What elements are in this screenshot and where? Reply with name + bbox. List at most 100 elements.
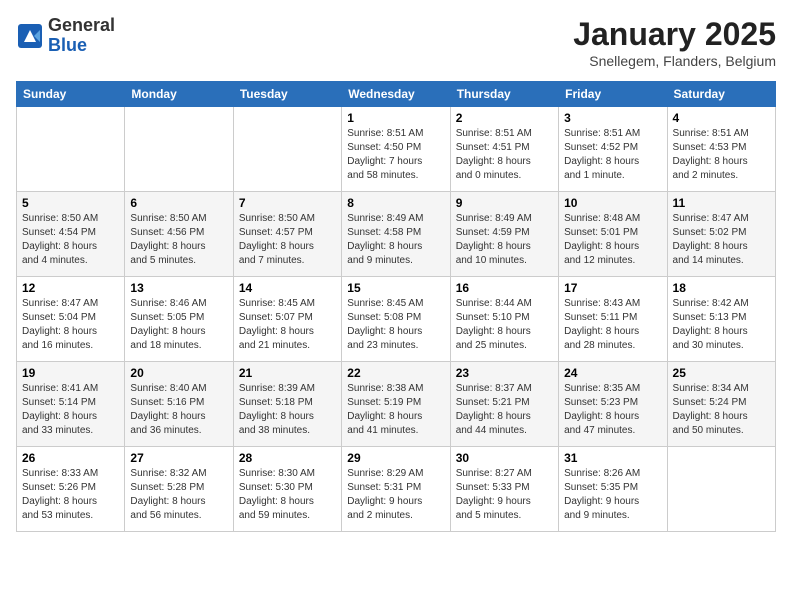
day-number: 12 bbox=[22, 281, 119, 295]
day-number: 14 bbox=[239, 281, 336, 295]
day-info: Sunrise: 8:45 AM Sunset: 5:08 PM Dayligh… bbox=[347, 297, 444, 353]
day-number: 27 bbox=[130, 451, 227, 465]
weekday-header-tuesday: Tuesday bbox=[233, 82, 341, 107]
calendar-cell: 18 Sunrise: 8:42 AM Sunset: 5:13 PM Dayli… bbox=[667, 277, 775, 362]
calendar-cell: 17 Sunrise: 8:43 AM Sunset: 5:11 PM Dayli… bbox=[559, 277, 667, 362]
day-number: 28 bbox=[239, 451, 336, 465]
day-info: Sunrise: 8:46 AM Sunset: 5:05 PM Dayligh… bbox=[130, 297, 227, 353]
day-number: 7 bbox=[239, 196, 336, 210]
calendar-cell: 7 Sunrise: 8:50 AM Sunset: 4:57 PM Daylig… bbox=[233, 192, 341, 277]
day-info: Sunrise: 8:50 AM Sunset: 4:56 PM Dayligh… bbox=[130, 212, 227, 268]
calendar-cell: 28 Sunrise: 8:30 AM Sunset: 5:30 PM Dayli… bbox=[233, 447, 341, 532]
day-number: 24 bbox=[564, 366, 661, 380]
calendar-cell: 16 Sunrise: 8:44 AM Sunset: 5:10 PM Dayli… bbox=[450, 277, 558, 362]
logo: General Blue bbox=[16, 16, 115, 56]
day-info: Sunrise: 8:38 AM Sunset: 5:19 PM Dayligh… bbox=[347, 382, 444, 438]
day-info: Sunrise: 8:50 AM Sunset: 4:57 PM Dayligh… bbox=[239, 212, 336, 268]
calendar-cell: 27 Sunrise: 8:32 AM Sunset: 5:28 PM Dayli… bbox=[125, 447, 233, 532]
day-info: Sunrise: 8:32 AM Sunset: 5:28 PM Dayligh… bbox=[130, 467, 227, 523]
day-number: 30 bbox=[456, 451, 553, 465]
calendar-cell bbox=[17, 107, 125, 192]
calendar-cell: 22 Sunrise: 8:38 AM Sunset: 5:19 PM Dayli… bbox=[342, 362, 450, 447]
calendar-cell: 23 Sunrise: 8:37 AM Sunset: 5:21 PM Dayli… bbox=[450, 362, 558, 447]
day-info: Sunrise: 8:35 AM Sunset: 5:23 PM Dayligh… bbox=[564, 382, 661, 438]
logo-blue: Blue bbox=[48, 36, 115, 56]
day-number: 20 bbox=[130, 366, 227, 380]
day-number: 31 bbox=[564, 451, 661, 465]
day-info: Sunrise: 8:47 AM Sunset: 5:02 PM Dayligh… bbox=[673, 212, 770, 268]
day-info: Sunrise: 8:43 AM Sunset: 5:11 PM Dayligh… bbox=[564, 297, 661, 353]
weekday-header-friday: Friday bbox=[559, 82, 667, 107]
week-row-2: 5 Sunrise: 8:50 AM Sunset: 4:54 PM Daylig… bbox=[17, 192, 776, 277]
calendar-cell: 29Sunrise: 8:29 AM Sunset: 5:31 PM Dayli… bbox=[342, 447, 450, 532]
weekday-header-sunday: Sunday bbox=[17, 82, 125, 107]
day-number: 19 bbox=[22, 366, 119, 380]
page-header: General Blue January 2025 Snellegem, Fla… bbox=[16, 16, 776, 69]
calendar-cell: 4 Sunrise: 8:51 AM Sunset: 4:53 PM Daylig… bbox=[667, 107, 775, 192]
day-number: 2 bbox=[456, 111, 553, 125]
calendar-cell: 15 Sunrise: 8:45 AM Sunset: 5:08 PM Dayli… bbox=[342, 277, 450, 362]
day-number: 8 bbox=[347, 196, 444, 210]
day-info: Sunrise: 8:42 AM Sunset: 5:13 PM Dayligh… bbox=[673, 297, 770, 353]
calendar-cell: 24 Sunrise: 8:35 AM Sunset: 5:23 PM Dayli… bbox=[559, 362, 667, 447]
day-number: 1 bbox=[347, 111, 444, 125]
day-number: 6 bbox=[130, 196, 227, 210]
week-row-1: 1Sunrise: 8:51 AM Sunset: 4:50 PM Daylig… bbox=[17, 107, 776, 192]
day-number: 23 bbox=[456, 366, 553, 380]
day-number: 15 bbox=[347, 281, 444, 295]
day-info: Sunrise: 8:44 AM Sunset: 5:10 PM Dayligh… bbox=[456, 297, 553, 353]
weekday-header-saturday: Saturday bbox=[667, 82, 775, 107]
calendar-cell: 31 Sunrise: 8:26 AM Sunset: 5:35 PM Dayli… bbox=[559, 447, 667, 532]
day-info: Sunrise: 8:26 AM Sunset: 5:35 PM Dayligh… bbox=[564, 467, 661, 523]
day-number: 4 bbox=[673, 111, 770, 125]
calendar-cell: 10Sunrise: 8:48 AM Sunset: 5:01 PM Dayli… bbox=[559, 192, 667, 277]
calendar-cell: 2Sunrise: 8:51 AM Sunset: 4:51 PM Daylig… bbox=[450, 107, 558, 192]
day-info: Sunrise: 8:49 AM Sunset: 4:58 PM Dayligh… bbox=[347, 212, 444, 268]
month-title: January 2025 bbox=[573, 16, 776, 53]
week-row-3: 12Sunrise: 8:47 AM Sunset: 5:04 PM Dayli… bbox=[17, 277, 776, 362]
day-number: 10 bbox=[564, 196, 661, 210]
day-number: 22 bbox=[347, 366, 444, 380]
calendar: SundayMondayTuesdayWednesdayThursdayFrid… bbox=[16, 81, 776, 532]
day-info: Sunrise: 8:27 AM Sunset: 5:33 PM Dayligh… bbox=[456, 467, 553, 523]
day-number: 26 bbox=[22, 451, 119, 465]
calendar-cell: 14 Sunrise: 8:45 AM Sunset: 5:07 PM Dayli… bbox=[233, 277, 341, 362]
day-number: 11 bbox=[673, 196, 770, 210]
day-info: Sunrise: 8:37 AM Sunset: 5:21 PM Dayligh… bbox=[456, 382, 553, 438]
day-number: 16 bbox=[456, 281, 553, 295]
day-number: 17 bbox=[564, 281, 661, 295]
day-info: Sunrise: 8:49 AM Sunset: 4:59 PM Dayligh… bbox=[456, 212, 553, 268]
week-row-5: 26 Sunrise: 8:33 AM Sunset: 5:26 PM Dayli… bbox=[17, 447, 776, 532]
weekday-header-thursday: Thursday bbox=[450, 82, 558, 107]
day-number: 13 bbox=[130, 281, 227, 295]
day-number: 5 bbox=[22, 196, 119, 210]
day-info: Sunrise: 8:34 AM Sunset: 5:24 PM Dayligh… bbox=[673, 382, 770, 438]
calendar-cell: 19Sunrise: 8:41 AM Sunset: 5:14 PM Dayli… bbox=[17, 362, 125, 447]
location: Snellegem, Flanders, Belgium bbox=[573, 53, 776, 69]
day-number: 18 bbox=[673, 281, 770, 295]
day-info: Sunrise: 8:30 AM Sunset: 5:30 PM Dayligh… bbox=[239, 467, 336, 523]
calendar-cell: 30 Sunrise: 8:27 AM Sunset: 5:33 PM Dayli… bbox=[450, 447, 558, 532]
calendar-cell: 8 Sunrise: 8:49 AM Sunset: 4:58 PM Daylig… bbox=[342, 192, 450, 277]
day-info: Sunrise: 8:51 AM Sunset: 4:53 PM Dayligh… bbox=[673, 127, 770, 183]
logo-general: General bbox=[48, 16, 115, 36]
calendar-cell: 5 Sunrise: 8:50 AM Sunset: 4:54 PM Daylig… bbox=[17, 192, 125, 277]
calendar-cell: 11 Sunrise: 8:47 AM Sunset: 5:02 PM Dayli… bbox=[667, 192, 775, 277]
calendar-cell: 3Sunrise: 8:51 AM Sunset: 4:52 PM Daylig… bbox=[559, 107, 667, 192]
day-number: 29 bbox=[347, 451, 444, 465]
day-info: Sunrise: 8:50 AM Sunset: 4:54 PM Dayligh… bbox=[22, 212, 119, 268]
week-row-4: 19Sunrise: 8:41 AM Sunset: 5:14 PM Dayli… bbox=[17, 362, 776, 447]
calendar-cell: 25Sunrise: 8:34 AM Sunset: 5:24 PM Dayli… bbox=[667, 362, 775, 447]
weekday-header-wednesday: Wednesday bbox=[342, 82, 450, 107]
calendar-cell: 21Sunrise: 8:39 AM Sunset: 5:18 PM Dayli… bbox=[233, 362, 341, 447]
calendar-cell: 1Sunrise: 8:51 AM Sunset: 4:50 PM Daylig… bbox=[342, 107, 450, 192]
calendar-cell: 13 Sunrise: 8:46 AM Sunset: 5:05 PM Dayli… bbox=[125, 277, 233, 362]
calendar-cell bbox=[667, 447, 775, 532]
calendar-cell bbox=[125, 107, 233, 192]
day-info: Sunrise: 8:39 AM Sunset: 5:18 PM Dayligh… bbox=[239, 382, 336, 438]
calendar-cell: 12Sunrise: 8:47 AM Sunset: 5:04 PM Dayli… bbox=[17, 277, 125, 362]
calendar-cell: 9Sunrise: 8:49 AM Sunset: 4:59 PM Daylig… bbox=[450, 192, 558, 277]
day-info: Sunrise: 8:45 AM Sunset: 5:07 PM Dayligh… bbox=[239, 297, 336, 353]
calendar-cell: 26 Sunrise: 8:33 AM Sunset: 5:26 PM Dayli… bbox=[17, 447, 125, 532]
day-info: Sunrise: 8:33 AM Sunset: 5:26 PM Dayligh… bbox=[22, 467, 119, 523]
